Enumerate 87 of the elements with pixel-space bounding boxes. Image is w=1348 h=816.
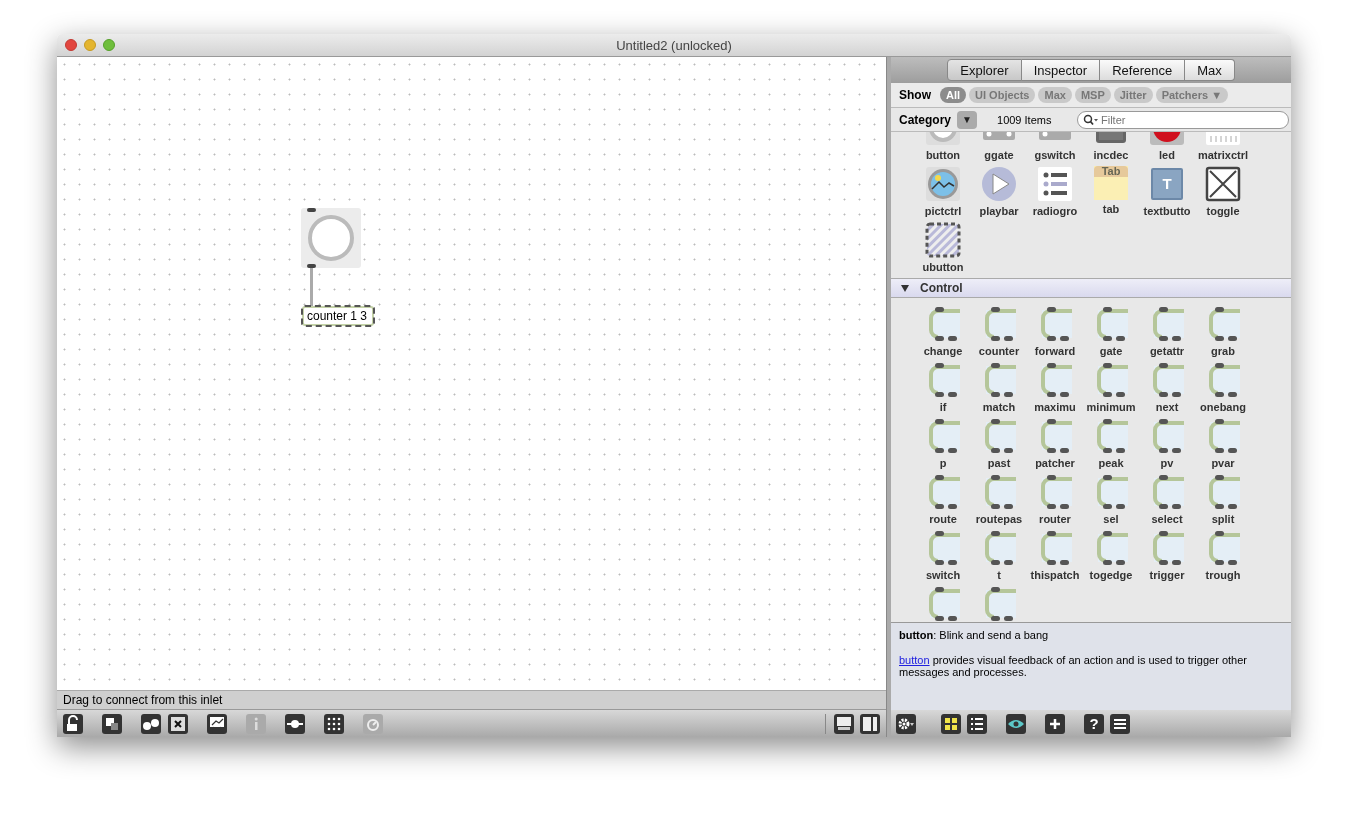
object-item[interactable]: getattr (1139, 304, 1195, 360)
object-item[interactable]: trough (1195, 528, 1251, 584)
hatched-square-icon (925, 222, 961, 258)
tab[interactable]: Inspector (1021, 59, 1101, 81)
add-icon[interactable] (1045, 713, 1065, 734)
object-item[interactable]: button (915, 132, 971, 164)
object-item[interactable]: pv (1139, 416, 1195, 472)
object-item[interactable]: counter (971, 304, 1027, 360)
category-dropdown[interactable]: ▼ (957, 110, 977, 129)
tab-icon-label: Tab (1094, 166, 1128, 177)
easel-icon[interactable] (207, 713, 227, 734)
status-text: Drag to connect from this inlet (63, 693, 223, 707)
settings-icon[interactable] (896, 713, 916, 734)
object-item[interactable]: router (1027, 472, 1083, 528)
section-header[interactable]: Control (891, 278, 1291, 298)
object-item[interactable]: T textbutto (1139, 164, 1195, 220)
object-item[interactable]: pvar (1195, 416, 1251, 472)
filter-search-box[interactable]: Filter (1077, 110, 1289, 129)
grid-icon[interactable] (324, 713, 344, 734)
close-icon[interactable] (168, 713, 188, 734)
object-item[interactable]: pictctrl (915, 164, 971, 220)
play-icon (981, 166, 1017, 202)
description-text: button provides visual feedback of an action and is used to trigger other messages and processes. (899, 654, 1248, 678)
object-item[interactable]: toggle (1195, 164, 1251, 220)
window-title: Untitled2 (unlocked) (616, 37, 732, 53)
object-item[interactable]: ggate (971, 132, 1027, 164)
disclosure-triangle-icon (900, 283, 910, 293)
menu-icon[interactable] (1110, 713, 1130, 734)
text-button-icon: T (1151, 168, 1183, 200)
object-item[interactable]: minimum (1083, 360, 1139, 416)
object-item[interactable]: next (1139, 360, 1195, 416)
object-item[interactable]: matrixctrl (1195, 132, 1251, 164)
side-panel-icon[interactable] (860, 713, 880, 734)
grid-view-icon[interactable] (941, 713, 961, 734)
tab[interactable]: Explorer (947, 59, 1022, 81)
category-label: Category (899, 112, 951, 127)
item-count: 1009 Items (997, 113, 1053, 126)
object-item[interactable]: patcher (1027, 416, 1083, 472)
object-item[interactable]: Tab tab (1083, 164, 1139, 220)
object-item[interactable]: sel (1083, 472, 1139, 528)
list-view-icon[interactable] (967, 713, 987, 734)
show-label: Show (899, 88, 931, 102)
object-item[interactable]: playbar (971, 164, 1027, 220)
squares-icon[interactable] (102, 713, 122, 734)
object-item[interactable]: togedge (1083, 528, 1139, 584)
object-item[interactable]: split (1195, 472, 1251, 528)
object-item[interactable]: incdec (1083, 132, 1139, 164)
lock-icon[interactable] (63, 713, 83, 734)
object-item[interactable]: t (971, 528, 1027, 584)
object-item[interactable]: match (971, 360, 1027, 416)
description-summary: button: Blink and send a bang (899, 629, 1050, 641)
list-icon (1037, 166, 1073, 202)
object-item[interactable]: p (915, 416, 971, 472)
help-button[interactable]: ? (1084, 713, 1104, 734)
tab[interactable]: Reference (1100, 59, 1186, 81)
object-box[interactable]: counter 1 3 (302, 306, 375, 326)
reference-link[interactable]: button (899, 654, 930, 666)
object-item[interactable]: switch (915, 528, 971, 584)
object-item[interactable]: change (915, 304, 971, 360)
object-item[interactable]: peak (1083, 416, 1139, 472)
binoculars-icon[interactable] (141, 713, 161, 734)
object-item[interactable]: radiogro (1027, 164, 1083, 220)
object-item[interactable]: gate (1083, 304, 1139, 360)
object-item[interactable]: routepas (971, 472, 1027, 528)
object-item[interactable]: gswitch (1027, 132, 1083, 164)
search-icon (1083, 113, 1099, 126)
object-item[interactable]: select (1139, 472, 1195, 528)
tab[interactable]: Max (1185, 59, 1235, 81)
object-item[interactable]: ubutton (915, 220, 971, 276)
object-item[interactable]: maximu (1027, 360, 1083, 416)
object-item[interactable]: past (971, 416, 1027, 472)
bottom-panel-icon[interactable] (834, 713, 854, 734)
patch-cord (310, 268, 313, 307)
slider-icon[interactable] (285, 713, 305, 734)
object-item[interactable]: trigger (1139, 528, 1195, 584)
object-item[interactable]: route (915, 472, 971, 528)
filter-field[interactable]: Filter (1099, 113, 1288, 126)
object-item[interactable]: forward (1027, 304, 1083, 360)
section-title: Control (920, 281, 963, 295)
object-item[interactable]: thispatch (1027, 528, 1083, 584)
landscape-dial-icon (925, 166, 961, 202)
eye-icon[interactable] (1006, 713, 1026, 734)
object-item[interactable]: if (915, 360, 971, 416)
toggle-icon (1205, 166, 1241, 202)
object-item[interactable]: onebang (1195, 360, 1251, 416)
object-item[interactable]: grab (1195, 304, 1251, 360)
object-item[interactable]: led (1139, 132, 1195, 164)
